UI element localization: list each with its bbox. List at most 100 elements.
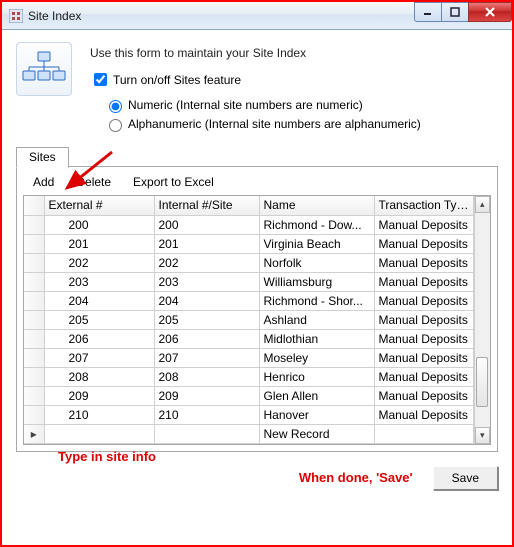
- app-icon: [8, 8, 24, 24]
- cell-type[interactable]: Manual Deposits: [374, 367, 473, 386]
- table-row[interactable]: 210210HanoverManual Deposits: [24, 405, 473, 424]
- row-header[interactable]: [24, 386, 44, 405]
- cell-internal[interactable]: 207: [154, 348, 259, 367]
- cell-type[interactable]: Manual Deposits: [374, 291, 473, 310]
- cell-type[interactable]: Manual Deposits: [374, 253, 473, 272]
- table-row[interactable]: 209209Glen AllenManual Deposits: [24, 386, 473, 405]
- grid-toolbar: Add Delete Export to Excel: [23, 173, 491, 195]
- cell-internal[interactable]: 210: [154, 405, 259, 424]
- sites-grid[interactable]: External # Internal #/Site Name Transact…: [24, 196, 474, 444]
- cell-name[interactable]: Hanover: [259, 405, 374, 424]
- table-row[interactable]: 200200Richmond - Dow...Manual Deposits: [24, 215, 473, 234]
- cell-name[interactable]: Ashland: [259, 310, 374, 329]
- table-row[interactable]: 207207MoseleyManual Deposits: [24, 348, 473, 367]
- cell-external[interactable]: 208: [44, 367, 154, 386]
- vertical-scrollbar[interactable]: ▴ ▾: [474, 196, 490, 444]
- row-header[interactable]: [24, 367, 44, 386]
- radio-numeric[interactable]: [109, 100, 122, 113]
- cell-type[interactable]: Manual Deposits: [374, 310, 473, 329]
- scroll-up-arrow[interactable]: ▴: [475, 196, 490, 213]
- cell-external[interactable]: 209: [44, 386, 154, 405]
- cell-external[interactable]: [44, 424, 154, 443]
- cell-internal[interactable]: 209: [154, 386, 259, 405]
- cell-internal[interactable]: 201: [154, 234, 259, 253]
- toolbar-export[interactable]: Export to Excel: [133, 175, 214, 189]
- table-row[interactable]: 205205AshlandManual Deposits: [24, 310, 473, 329]
- cell-internal[interactable]: 208: [154, 367, 259, 386]
- tab-sites[interactable]: Sites: [16, 147, 69, 168]
- scroll-down-arrow[interactable]: ▾: [475, 427, 490, 444]
- table-row-new[interactable]: ▸ New Record: [24, 424, 473, 443]
- cell-external[interactable]: 207: [44, 348, 154, 367]
- table-row[interactable]: 206206MidlothianManual Deposits: [24, 329, 473, 348]
- cell-name[interactable]: Virginia Beach: [259, 234, 374, 253]
- table-row[interactable]: 208208HenricoManual Deposits: [24, 367, 473, 386]
- cell-internal[interactable]: 202: [154, 253, 259, 272]
- cell-name[interactable]: Glen Allen: [259, 386, 374, 405]
- cell-external[interactable]: 205: [44, 310, 154, 329]
- cell-external[interactable]: 201: [44, 234, 154, 253]
- row-header[interactable]: [24, 272, 44, 291]
- tabstrip: Sites: [16, 147, 498, 167]
- cell-external[interactable]: 206: [44, 329, 154, 348]
- annotation-save: When done, 'Save': [299, 470, 413, 485]
- cell-name[interactable]: Richmond - Shor...: [259, 291, 374, 310]
- row-header-new[interactable]: ▸: [24, 424, 44, 443]
- maximize-button[interactable]: [441, 2, 469, 22]
- row-header[interactable]: [24, 215, 44, 234]
- cell-name[interactable]: Moseley: [259, 348, 374, 367]
- cell-internal[interactable]: 203: [154, 272, 259, 291]
- col-external[interactable]: External #: [44, 196, 154, 215]
- cell-internal[interactable]: [154, 424, 259, 443]
- cell-external[interactable]: 204: [44, 291, 154, 310]
- grid-corner: [24, 196, 44, 215]
- cell-external[interactable]: 202: [44, 253, 154, 272]
- cell-internal[interactable]: 200: [154, 215, 259, 234]
- row-header[interactable]: [24, 405, 44, 424]
- close-button[interactable]: [468, 2, 512, 22]
- cell-type[interactable]: Manual Deposits: [374, 348, 473, 367]
- row-header[interactable]: [24, 348, 44, 367]
- cell-name[interactable]: Henrico: [259, 367, 374, 386]
- col-internal[interactable]: Internal #/Site: [154, 196, 259, 215]
- save-button[interactable]: Save: [433, 466, 498, 490]
- cell-name[interactable]: New Record: [259, 424, 374, 443]
- table-row[interactable]: 204204Richmond - Shor...Manual Deposits: [24, 291, 473, 310]
- row-header[interactable]: [24, 291, 44, 310]
- col-name[interactable]: Name: [259, 196, 374, 215]
- row-header[interactable]: [24, 310, 44, 329]
- feature-checkbox[interactable]: [94, 73, 107, 86]
- cell-type[interactable]: Manual Deposits: [374, 386, 473, 405]
- minimize-button[interactable]: [414, 2, 442, 22]
- row-header[interactable]: [24, 329, 44, 348]
- cell-name[interactable]: Williamsburg: [259, 272, 374, 291]
- toolbar-delete[interactable]: Delete: [76, 175, 111, 189]
- table-row[interactable]: 203203WilliamsburgManual Deposits: [24, 272, 473, 291]
- cell-type[interactable]: Manual Deposits: [374, 215, 473, 234]
- col-type[interactable]: Transaction Type: [374, 196, 473, 215]
- row-header[interactable]: [24, 253, 44, 272]
- cell-internal[interactable]: 206: [154, 329, 259, 348]
- cell-name[interactable]: Richmond - Dow...: [259, 215, 374, 234]
- cell-type[interactable]: [374, 424, 473, 443]
- cell-name[interactable]: Norfolk: [259, 253, 374, 272]
- cell-external[interactable]: 200: [44, 215, 154, 234]
- cell-type[interactable]: Manual Deposits: [374, 234, 473, 253]
- cell-type[interactable]: Manual Deposits: [374, 329, 473, 348]
- cell-external[interactable]: 210: [44, 405, 154, 424]
- radio-alphanumeric[interactable]: [109, 119, 122, 132]
- radio-numeric-label: Numeric (Internal site numbers are numer…: [128, 98, 363, 112]
- table-row[interactable]: 202202NorfolkManual Deposits: [24, 253, 473, 272]
- cell-internal[interactable]: 205: [154, 310, 259, 329]
- cell-internal[interactable]: 204: [154, 291, 259, 310]
- cell-name[interactable]: Midlothian: [259, 329, 374, 348]
- scroll-thumb[interactable]: [476, 357, 488, 407]
- table-row[interactable]: 201201Virginia BeachManual Deposits: [24, 234, 473, 253]
- toolbar-add[interactable]: Add: [33, 175, 54, 189]
- grid-wrap: External # Internal #/Site Name Transact…: [23, 195, 491, 445]
- tab-border: [16, 166, 498, 167]
- cell-type[interactable]: Manual Deposits: [374, 272, 473, 291]
- cell-external[interactable]: 203: [44, 272, 154, 291]
- cell-type[interactable]: Manual Deposits: [374, 405, 473, 424]
- row-header[interactable]: [24, 234, 44, 253]
